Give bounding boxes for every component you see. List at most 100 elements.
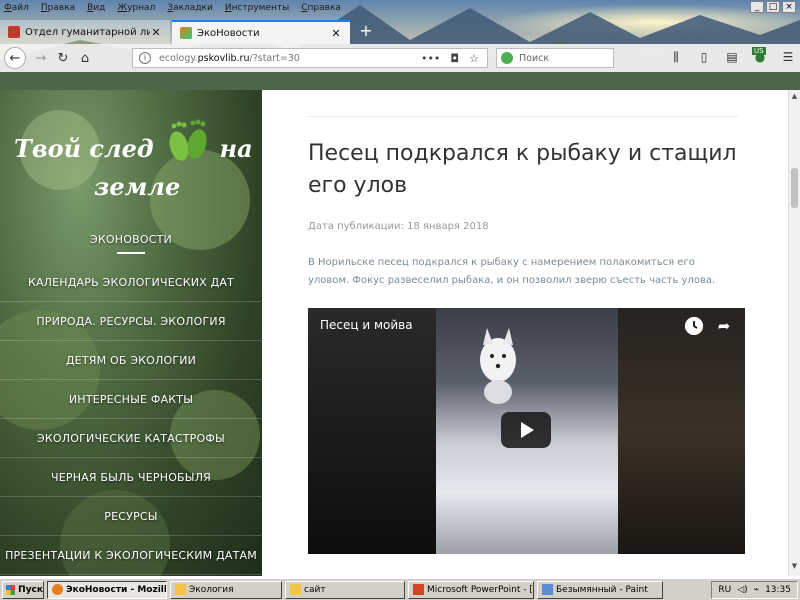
nav-item-label: ЭКОНОВОСТИ bbox=[90, 233, 172, 246]
article-lead: В Норильске песец подкрался к рыбаку с н… bbox=[308, 257, 716, 286]
clock[interactable]: 13:35 bbox=[765, 585, 791, 595]
start-button[interactable]: Пуск bbox=[2, 580, 44, 599]
nav-item-interesting-facts[interactable]: ИНТЕРЕСНЫЕ ФАКТЫ bbox=[0, 380, 262, 419]
close-tab-icon[interactable]: ✕ bbox=[330, 27, 342, 40]
sidebar-icon[interactable]: ▯ bbox=[696, 48, 712, 66]
green-footprints-icon bbox=[169, 119, 207, 161]
network-icon[interactable]: ⌁ bbox=[754, 585, 759, 595]
volume-icon[interactable]: ◁) bbox=[737, 585, 747, 595]
home-icon[interactable]: ⌂ bbox=[74, 47, 96, 69]
minimize-button[interactable]: _ bbox=[750, 1, 764, 13]
article-title[interactable]: Песец подкрался к рыбаку и стащил его ул… bbox=[308, 138, 748, 202]
reader-icon[interactable]: ▤ bbox=[724, 48, 740, 66]
site-sidebar: Твой след на земле ЭКОНОВОСТИ КАЛЕНДАРЬ … bbox=[0, 90, 262, 576]
back-arrow-icon[interactable]: ← bbox=[4, 47, 26, 69]
nav-item-chernobyl[interactable]: ЧЕРНАЯ БЫЛЬ ЧЕРНОБЫЛЯ bbox=[0, 458, 262, 497]
arctic-fox-image bbox=[480, 328, 516, 404]
menu-file[interactable]: Файл bbox=[4, 3, 29, 13]
library-favicon-icon bbox=[8, 26, 20, 38]
scroll-thumb[interactable] bbox=[791, 168, 798, 208]
toolbar-icons: ⫼ ▯ ▤ ● ☰ bbox=[668, 48, 796, 66]
active-underline bbox=[117, 252, 145, 254]
nav-item-eco-calendar[interactable]: КАЛЕНДАРЬ ЭКОЛОГИЧЕСКИХ ДАТ bbox=[0, 263, 262, 302]
navigation-toolbar: ← → ↻ ⌂ i ecology. pskovlib.ru/?start=30 … bbox=[0, 44, 800, 72]
nav-item-presentations[interactable]: ПРЕЗЕНТАЦИИ К ЭКОЛОГИЧЕСКИМ ДАТАМ bbox=[0, 536, 262, 575]
start-label: Пуск bbox=[18, 584, 43, 595]
web-page: Твой след на земле ЭКОНОВОСТИ КАЛЕНДАРЬ … bbox=[0, 90, 788, 576]
paint-icon bbox=[542, 584, 553, 595]
search-bar[interactable]: Поиск bbox=[496, 48, 614, 68]
taskbar-firefox[interactable]: ЭкоНовости - Mozilla ... bbox=[47, 580, 167, 599]
bookmark-star-icon[interactable]: ☆ bbox=[469, 52, 479, 65]
extension-badge: US bbox=[752, 47, 766, 55]
close-tab-icon[interactable]: ✕ bbox=[150, 26, 162, 39]
tab-title: Отдел гуманитарной литератур bbox=[25, 26, 150, 38]
taskbar-folder-site[interactable]: сайт bbox=[285, 580, 405, 599]
menu-bar: Файл Правка Вид Журнал Закладки Инструме… bbox=[0, 0, 420, 16]
firefox-icon bbox=[52, 584, 63, 595]
menu-history[interactable]: Журнал bbox=[117, 3, 155, 13]
url-domain: pskovlib.ru bbox=[197, 52, 250, 64]
folder-icon bbox=[175, 584, 186, 595]
system-tray: RU ◁) ⌁ 13:35 bbox=[711, 580, 798, 599]
publication-date: Дата публикации: 18 января 2018 bbox=[308, 221, 489, 232]
ecology-favicon-icon bbox=[180, 27, 192, 39]
menu-tools[interactable]: Инструменты bbox=[225, 3, 289, 13]
forward-arrow-icon[interactable]: → bbox=[30, 47, 52, 69]
youtube-video-embed[interactable]: Песец и мойва ➦ bbox=[308, 308, 745, 554]
video-frame-left bbox=[308, 308, 436, 554]
menu-edit[interactable]: Правка bbox=[41, 3, 75, 13]
task-label: Экология bbox=[189, 584, 234, 595]
taskbar-folder-ecology[interactable]: Экология bbox=[170, 580, 282, 599]
powerpoint-icon bbox=[413, 584, 424, 595]
reload-icon[interactable]: ↻ bbox=[52, 47, 74, 69]
pocket-icon[interactable]: ◘ bbox=[450, 52, 459, 65]
divider bbox=[308, 116, 738, 117]
menu-help[interactable]: Справка bbox=[301, 3, 341, 13]
play-icon bbox=[521, 422, 534, 438]
library-icon[interactable]: ⫼ bbox=[668, 48, 684, 66]
url-subdomain: ecology. bbox=[159, 52, 198, 64]
folder-icon bbox=[290, 584, 301, 595]
video-frame-right bbox=[618, 308, 745, 554]
maximize-button[interactable]: □ bbox=[766, 1, 780, 13]
nav-item-eco-news[interactable]: ЭКОНОВОСТИ bbox=[0, 224, 262, 263]
logo-text-part2: на bbox=[219, 133, 253, 163]
menu-hamburger-icon[interactable]: ☰ bbox=[780, 48, 796, 66]
tab-library[interactable]: Отдел гуманитарной литератур ✕ bbox=[0, 20, 170, 44]
watch-later-clock-icon[interactable] bbox=[685, 317, 703, 335]
nav-item-nature-resources[interactable]: ПРИРОДА. РЕСУРСЫ. ЭКОЛОГИЯ bbox=[0, 302, 262, 341]
share-arrow-icon[interactable]: ➦ bbox=[715, 317, 733, 335]
task-label: ЭкоНовости - Mozilla ... bbox=[66, 584, 167, 595]
logo-text-part1: Твой след bbox=[14, 133, 154, 163]
page-scrollbar[interactable]: ▲ ▼ bbox=[788, 90, 800, 576]
site-info-icon[interactable]: i bbox=[139, 52, 151, 64]
taskbar-paint[interactable]: Безымянный - Paint bbox=[537, 580, 663, 599]
language-indicator[interactable]: RU bbox=[718, 585, 731, 595]
new-tab-icon[interactable]: + bbox=[356, 21, 376, 41]
close-window-button[interactable]: × bbox=[782, 1, 796, 13]
menu-bookmarks[interactable]: Закладки bbox=[167, 3, 213, 13]
taskbar-powerpoint[interactable]: Microsoft PowerPoint - [с... bbox=[408, 580, 534, 599]
url-bar[interactable]: i ecology. pskovlib.ru/?start=30 ••• ◘ ☆ bbox=[132, 48, 488, 68]
nav-item-eco-disasters[interactable]: ЭКОЛОГИЧЕСКИЕ КАТАСТРОФЫ bbox=[0, 419, 262, 458]
page-actions-icon[interactable]: ••• bbox=[421, 52, 440, 65]
nav-item-kids-ecology[interactable]: ДЕТЯМ ОБ ЭКОЛОГИИ bbox=[0, 341, 262, 380]
windows-logo-icon bbox=[6, 584, 16, 595]
video-overlay-controls: ➦ bbox=[685, 317, 733, 335]
scroll-down-arrow-icon[interactable]: ▼ bbox=[789, 562, 800, 574]
video-title[interactable]: Песец и мойва bbox=[320, 318, 413, 332]
search-placeholder: Поиск bbox=[519, 52, 550, 64]
tab-strip: Отдел гуманитарной литератур ✕ ЭкоНовост… bbox=[0, 18, 800, 44]
nav-item-resources[interactable]: РЕСУРСЫ bbox=[0, 497, 262, 536]
task-label: сайт bbox=[304, 584, 326, 595]
menu-view[interactable]: Вид bbox=[87, 3, 105, 13]
site-logo[interactable]: Твой след на земле bbox=[14, 119, 254, 201]
search-engine-icon bbox=[501, 52, 513, 64]
url-path: /?start=30 bbox=[249, 52, 300, 64]
site-nav-menu: ЭКОНОВОСТИ КАЛЕНДАРЬ ЭКОЛОГИЧЕСКИХ ДАТ П… bbox=[0, 224, 262, 575]
task-label: Microsoft PowerPoint - [с... bbox=[427, 584, 533, 595]
play-button[interactable] bbox=[501, 412, 551, 448]
tab-ecology-news[interactable]: ЭкоНовости ✕ bbox=[172, 20, 350, 44]
scroll-up-arrow-icon[interactable]: ▲ bbox=[789, 92, 800, 104]
